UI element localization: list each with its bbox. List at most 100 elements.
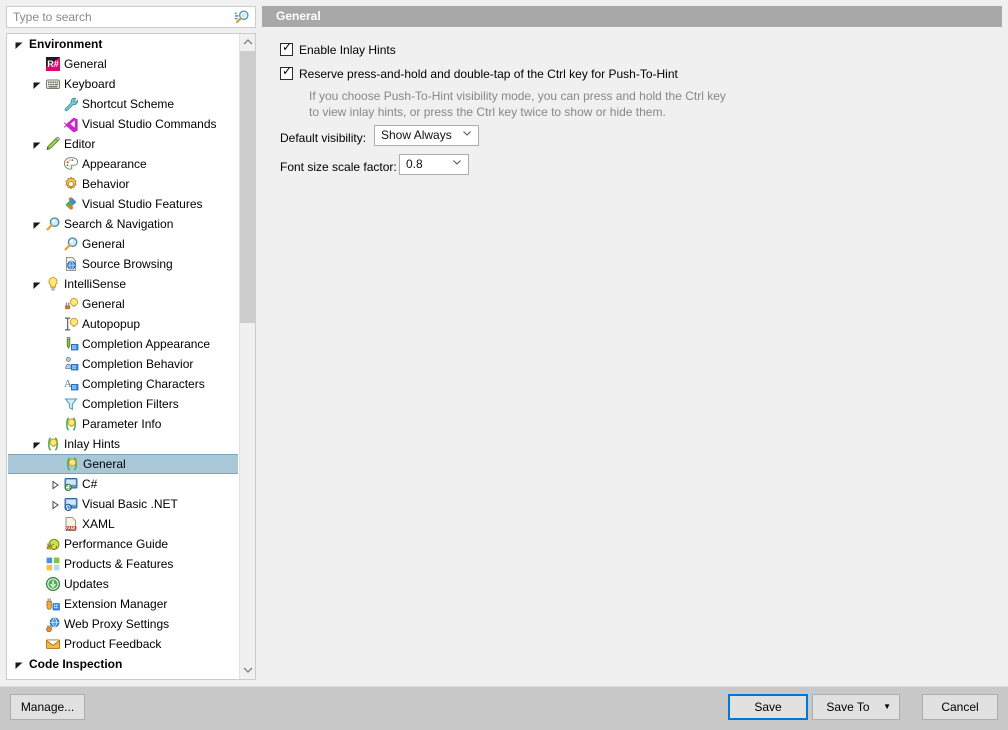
tree-item-web-proxy-settings[interactable]: Web Proxy Settings (7, 614, 239, 634)
tree-item-label: Completion Filters (82, 397, 179, 411)
tree-item-label: Appearance (82, 157, 147, 171)
tree-item-keyboard[interactable]: Keyboard (7, 74, 239, 94)
panel-header: General (262, 6, 1002, 27)
enable-inlay-hints-checkbox[interactable]: ✓ (280, 40, 293, 56)
search-input[interactable] (13, 7, 223, 27)
chevron-down-icon[interactable] (240, 662, 255, 679)
twisty-collapsed-icon[interactable] (49, 494, 61, 514)
chevron-down-icon[interactable] (462, 128, 472, 143)
tree-item-inlay-hints[interactable]: Inlay Hints (7, 434, 239, 454)
snail-icon (45, 536, 61, 552)
tree-item-c[interactable]: C# C# (7, 474, 239, 494)
tree-item-products-features[interactable]: Products & Features (7, 554, 239, 574)
tree-item-label: Visual Studio Commands (82, 117, 217, 131)
xaml-icon: XAML (63, 516, 79, 532)
tree-item-label: Web Proxy Settings (64, 617, 170, 631)
palette-icon (63, 156, 79, 172)
twisty-expanded-icon[interactable] (31, 214, 43, 234)
tree-item-editor[interactable]: Editor (7, 134, 239, 154)
tree-item-behavior[interactable]: Behavior (7, 174, 239, 194)
manage-button[interactable]: Manage... (10, 694, 85, 720)
tree-item-intellisense[interactable]: IntelliSense (7, 274, 239, 294)
svg-text:A: A (64, 378, 72, 390)
tree-item-general[interactable]: R# General (7, 54, 239, 74)
checkmark-icon: ✓ (282, 40, 293, 54)
tree-item-visual-studio-commands[interactable]: Visual Studio Commands (7, 114, 239, 134)
tree-item-xaml[interactable]: XAML XAML (7, 514, 239, 534)
search-icon[interactable] (234, 9, 252, 27)
chevron-up-icon[interactable] (240, 34, 255, 51)
tree-item-label: Visual Studio Features (82, 197, 203, 211)
tree-item-code-inspection[interactable]: Code Inspection (7, 654, 239, 674)
csharp-icon: C# (63, 476, 79, 492)
tree-item-label: IntelliSense (64, 277, 127, 291)
tree-item-label: Completing Characters (82, 377, 205, 391)
save-to-label: Save To (826, 700, 870, 714)
tree-item-visual-studio-features[interactable]: Visual Studio Features (7, 194, 239, 214)
tree-item-general[interactable]: General (7, 294, 239, 314)
hint-line-2: to view inlay hints, or press the Ctrl k… (309, 105, 666, 119)
tree-item-source-browsing[interactable]: Source Browsing (7, 254, 239, 274)
save-to-button[interactable]: Save To ▼ (812, 694, 900, 720)
tree-item-completion-appearance[interactable]: Completion Appearance (7, 334, 239, 354)
reserve-push-to-hint-checkbox[interactable]: ✓ (280, 65, 293, 80)
tree-item-completing-characters[interactable]: A Completing Characters (7, 374, 239, 394)
puzzle-icon (63, 196, 79, 212)
gear-icon (63, 176, 79, 192)
tree-item-product-feedback[interactable]: Product Feedback (7, 634, 239, 654)
tree-item-updates[interactable]: Updates (7, 574, 239, 594)
tree-item-label: XAML (82, 517, 115, 531)
tree-item-label: Completion Behavior (82, 357, 194, 371)
tree-item-general[interactable]: General (8, 454, 238, 474)
tree-item-autopopup[interactable]: Autopopup (7, 314, 239, 334)
tree-item-search-navigation[interactable]: Search & Navigation (7, 214, 239, 234)
tree-item-shortcut-scheme[interactable]: Shortcut Scheme (7, 94, 239, 114)
enable-inlay-hints-label: Enable Inlay Hints (299, 43, 396, 57)
tree-item-label: Visual Basic .NET (82, 497, 178, 511)
tree-item-label: Shortcut Scheme (82, 97, 175, 111)
tree-item-label: Keyboard (64, 77, 116, 91)
twisty-expanded-icon[interactable] (31, 434, 43, 454)
tree-item-performance-guide[interactable]: Performance Guide (7, 534, 239, 554)
save-button[interactable]: Save (728, 694, 808, 720)
left-pane: Environment R# General Keyboard Shortcut Sch… (6, 6, 256, 680)
twisty-expanded-icon[interactable] (13, 654, 25, 674)
parens-bulb-icon (45, 436, 61, 452)
tree-item-completion-behavior[interactable]: Completion Behavior (7, 354, 239, 374)
tree-item-general[interactable]: General (7, 234, 239, 254)
tree-item-extension-manager[interactable]: Extension Manager (7, 594, 239, 614)
tree-item-label: Performance Guide (64, 537, 169, 551)
letter-a-list-icon: A (63, 376, 79, 392)
twisty-expanded-icon[interactable] (31, 134, 43, 154)
tree-item-completion-filters[interactable]: Completion Filters (7, 394, 239, 414)
tree-vertical-scrollbar[interactable] (239, 34, 255, 679)
font-size-scale-factor-value: 0.8 (406, 157, 423, 171)
tree-item-visual-basic-net[interactable]: VB Visual Basic .NET (7, 494, 239, 514)
default-visibility-dropdown[interactable]: Show Always (374, 125, 479, 146)
search-box[interactable] (6, 6, 256, 28)
chevron-down-icon[interactable] (452, 157, 462, 172)
tree-item-label: C# (82, 477, 98, 491)
tree-item-environment[interactable]: Environment (7, 34, 239, 54)
font-size-scale-factor-dropdown[interactable]: 0.8 (399, 154, 469, 175)
twisty-expanded-icon[interactable] (31, 274, 43, 294)
envelope-icon (45, 636, 61, 652)
twisty-expanded-icon[interactable] (31, 74, 43, 94)
twisty-expanded-icon[interactable] (13, 34, 25, 54)
cancel-button[interactable]: Cancel (922, 694, 998, 720)
svg-text:VB: VB (65, 505, 72, 511)
tree-item-label: Behavior (82, 177, 130, 191)
visual-studio-icon (63, 116, 79, 132)
parens-bulb-icon (63, 416, 79, 432)
twisty-collapsed-icon[interactable] (49, 474, 61, 494)
extension-icon (45, 596, 61, 612)
font-size-scale-factor-label: Font size scale factor: (280, 160, 397, 174)
tree-item-appearance[interactable]: Appearance (7, 154, 239, 174)
tree-item-label: Autopopup (82, 317, 141, 331)
scrollbar-thumb[interactable] (240, 51, 255, 323)
keyboard-icon (45, 76, 61, 92)
magnifier-icon (63, 236, 79, 252)
tree-item-label: Updates (64, 577, 109, 591)
tree-item-parameter-info[interactable]: Parameter Info (7, 414, 239, 434)
tree-item-label: Source Browsing (82, 257, 173, 271)
